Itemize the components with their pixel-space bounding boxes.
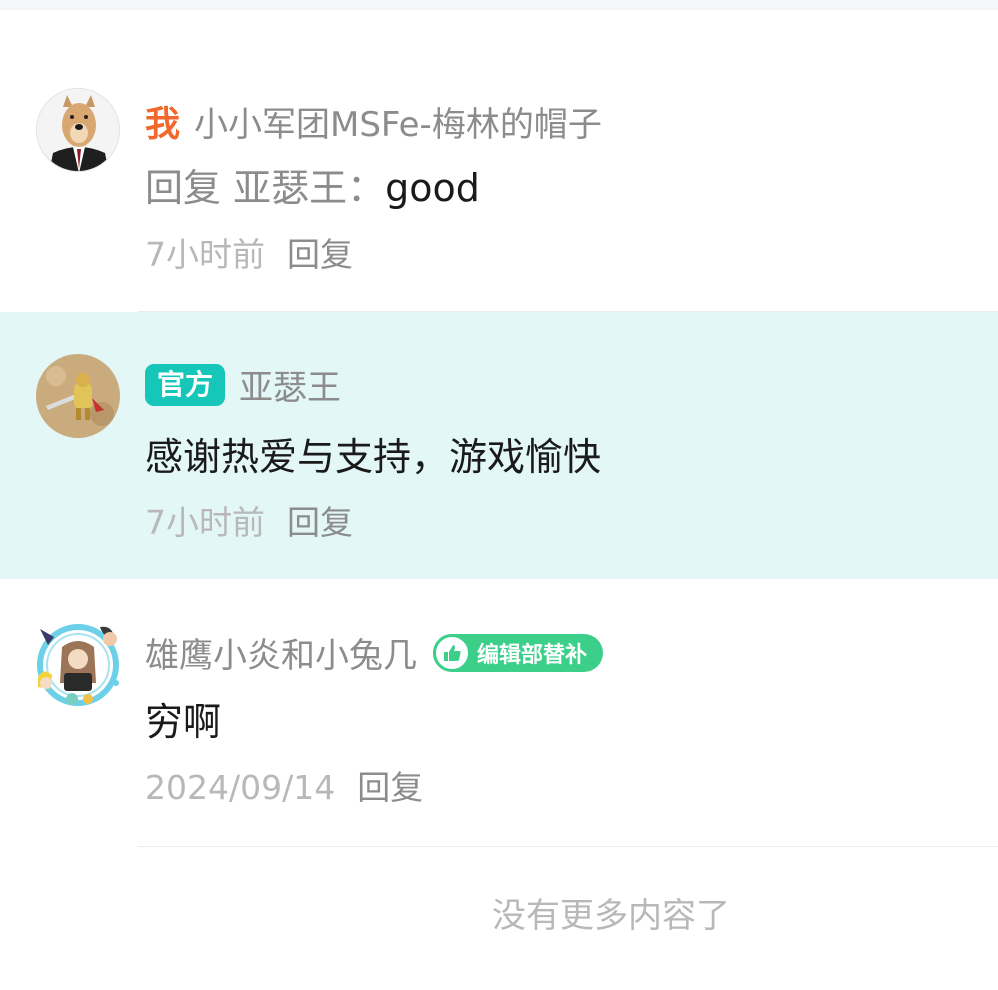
comment-item-highlighted: 官方 亚瑟王 感谢热爱与支持，游戏愉快 7小时前 回复 (0, 312, 998, 579)
anime-frame-avatar-image (37, 624, 119, 706)
username[interactable]: 小小军团MSFe-梅林的帽子 (194, 97, 602, 146)
reply-button[interactable]: 回复 (287, 235, 353, 274)
editor-badge: 编辑部替补 (433, 633, 604, 672)
comment-header: 官方 亚瑟王 (145, 360, 341, 409)
comment-header: 我 小小军团MSFe-梅林的帽子 (145, 96, 602, 147)
comment-meta: 7小时前 回复 (145, 496, 353, 544)
comment-text[interactable]: 回复 亚瑟王：good (145, 157, 480, 212)
timestamp: 7小时前 (145, 235, 265, 274)
knight-avatar-image (36, 354, 120, 438)
comment-text[interactable]: 穷啊 (145, 691, 221, 746)
list-end-footer: 没有更多内容了 (0, 888, 998, 938)
me-label: 我 (145, 105, 181, 145)
comment-item: 雄鹰小炎和小兔几 编辑部替补 穷啊 2024/09/14 回复 (0, 579, 998, 847)
username[interactable]: 雄鹰小炎和小兔几 (145, 628, 417, 677)
top-bar (0, 0, 998, 10)
comment-meta: 7小时前 回复 (145, 228, 353, 276)
avatar[interactable] (36, 354, 120, 438)
thumbs-up-icon (433, 633, 471, 672)
timestamp: 7小时前 (145, 503, 265, 542)
reply-prefix: 回复 亚瑟王： (145, 166, 386, 210)
reply-button[interactable]: 回复 (287, 503, 353, 542)
comment-header: 雄鹰小炎和小兔几 编辑部替补 (145, 628, 604, 677)
divider (138, 846, 998, 847)
avatar[interactable] (36, 88, 120, 172)
reply-button[interactable]: 回复 (357, 768, 423, 807)
comment-content: good (385, 166, 480, 210)
badge-label: 编辑部替补 (477, 642, 588, 668)
comment-text[interactable]: 感谢热爱与支持，游戏愉快 (145, 426, 601, 481)
avatar[interactable] (30, 617, 126, 713)
dog-in-suit-avatar-image (37, 89, 119, 171)
timestamp: 2024/09/14 (145, 768, 336, 807)
username[interactable]: 亚瑟王 (239, 360, 341, 409)
comment-item: 我 小小军团MSFe-梅林的帽子 回复 亚瑟王：good 7小时前 回复 (0, 10, 998, 312)
no-more-content-text: 没有更多内容了 (492, 896, 730, 936)
comment-meta: 2024/09/14 回复 (145, 761, 423, 809)
official-tag: 官方 (145, 363, 226, 406)
